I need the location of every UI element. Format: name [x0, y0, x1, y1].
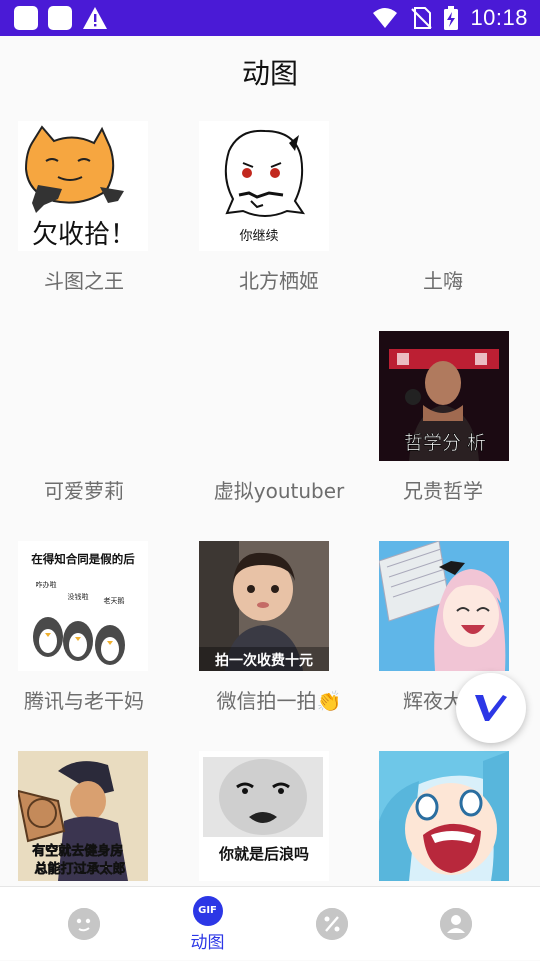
sticker-thumbnail: [378, 121, 508, 251]
page-title: 动图: [241, 57, 298, 90]
clock: 10:18: [470, 5, 528, 30]
sticker-item[interactable]: 拍一次收费十元 微信拍一拍👏: [180, 541, 360, 751]
sticker-item[interactable]: 可爱萝莉: [0, 331, 180, 541]
penguin-caption: 老天鹅: [104, 596, 125, 605]
sticker-label: 斗图之王: [44, 269, 124, 293]
percent-icon: [315, 908, 348, 940]
sticker-label: 虚拟youtuber: [213, 479, 345, 503]
sticker-caption: 总能打过承太郎: [34, 861, 125, 877]
emoji-face-icon: [67, 908, 100, 940]
sticker-thumbnail: 你继续: [199, 121, 329, 251]
sticker-thumbnail: [18, 331, 148, 461]
sticker-label: 腾讯与老干妈: [24, 689, 144, 713]
sticker-thumbnail: [198, 331, 328, 461]
sticker-item[interactable]: 欠收拾！ 斗图之王: [0, 121, 180, 331]
sticker-caption: 你就是后浪吗: [218, 845, 309, 863]
penguin-caption: 咋办啦: [36, 580, 57, 589]
v-logo-fab[interactable]: [456, 673, 526, 743]
sticker-label: 微信拍一拍👏: [216, 689, 342, 713]
notification-icon: [14, 6, 38, 30]
sticker-item[interactable]: 土嗨: [360, 121, 540, 331]
wifi-icon: [373, 8, 398, 28]
sticker-thumbnail: 有空就去健身房 总能打过承太郎: [18, 751, 148, 881]
sticker-thumbnail: 拍一次收费十元: [199, 541, 329, 671]
sticker-item[interactable]: 虚拟youtuber: [180, 331, 360, 541]
tab-gif-label: 动图: [190, 932, 225, 953]
sticker-thumbnail: 欠收拾！: [18, 121, 148, 251]
app-bar: 动图: [0, 36, 540, 108]
sticker-caption: 在得知合同是假的后: [31, 552, 135, 566]
sticker-item[interactable]: 你继续 北方栖姬: [180, 121, 360, 331]
sticker-caption: 有空就去健身房: [32, 843, 123, 859]
sticker-caption: 哲学分 析: [404, 432, 486, 454]
sticker-thumbnail: 你就是后浪吗: [199, 751, 329, 881]
user-icon: [439, 908, 472, 940]
sticker-thumbnail: [379, 541, 509, 671]
sticker-thumbnail: [379, 751, 509, 881]
tab-gif[interactable]: GIF 动图: [140, 887, 275, 961]
sticker-caption: 你继续: [239, 229, 278, 244]
warning-icon: [83, 7, 107, 29]
notification-icon: [48, 6, 72, 30]
sticker-item[interactable]: 在得知合同是假的后 咋办啦 没钱啦 老天鹅 腾讯与老干妈: [0, 541, 180, 751]
penguin-caption: 没钱啦: [68, 592, 89, 601]
sticker-label: 北方栖姬: [239, 269, 319, 293]
sticker-label: 可爱萝莉: [44, 479, 124, 503]
tab-profile[interactable]: [388, 887, 523, 961]
sticker-thumbnail: 哲学分 析: [379, 331, 509, 461]
bottom-tab-bar: GIF 动图: [0, 886, 540, 960]
battery-charging-icon: [444, 6, 459, 30]
sticker-thumbnail: 在得知合同是假的后 咋办啦 没钱啦 老天鹅: [18, 541, 148, 671]
sticker-item[interactable]: 哲学分 析 兄贵哲学: [360, 331, 540, 541]
status-bar: 10:18: [0, 0, 540, 36]
sticker-label: 兄贵哲学: [403, 479, 483, 503]
sticker-caption: 欠收拾！: [32, 220, 136, 250]
tab-emoji[interactable]: [16, 887, 151, 961]
gif-icon: GIF: [192, 895, 223, 926]
tab-discount[interactable]: [264, 887, 399, 961]
sticker-caption: 拍一次收费十元: [215, 652, 313, 669]
v-logo-icon: [475, 695, 507, 721]
no-sim-icon: [411, 7, 433, 29]
sticker-label: 土嗨: [423, 269, 463, 293]
